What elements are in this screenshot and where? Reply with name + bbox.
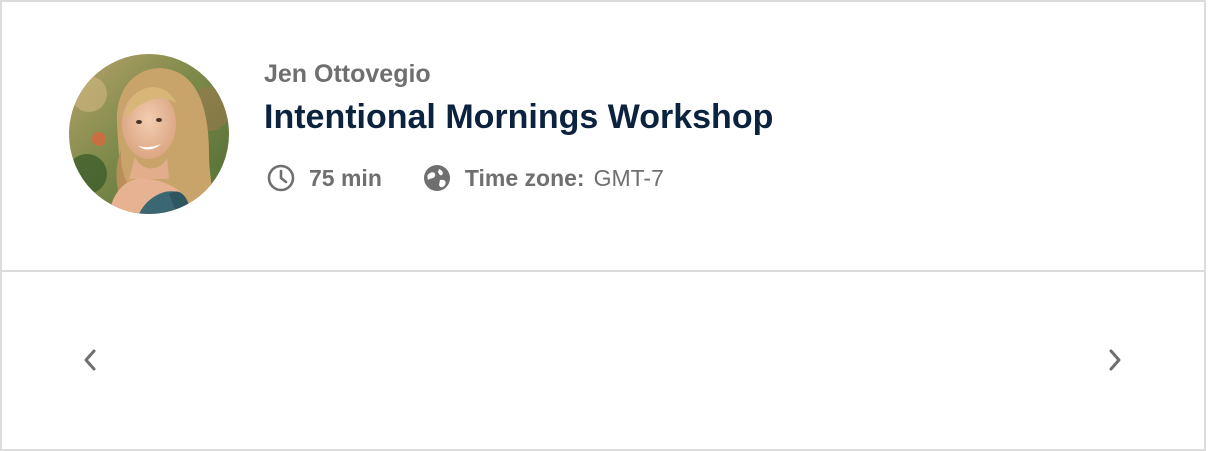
timezone-info: Time zone: GMT-7 bbox=[422, 163, 664, 193]
booking-card: Jen Ottovegio Intentional Mornings Works… bbox=[0, 0, 1206, 451]
previous-button[interactable] bbox=[72, 342, 108, 378]
clock-icon bbox=[266, 163, 296, 193]
event-title: Intentional Mornings Workshop bbox=[264, 98, 774, 136]
next-button[interactable] bbox=[1097, 342, 1133, 378]
host-name: Jen Ottovegio bbox=[264, 60, 431, 88]
event-details: 75 min Time zone: GMT-7 bbox=[266, 162, 664, 194]
duration-label: 75 min bbox=[309, 164, 382, 191]
event-header: Jen Ottovegio Intentional Mornings Works… bbox=[2, 2, 1204, 272]
timezone-label: Time zone: bbox=[464, 164, 585, 191]
globe-icon bbox=[422, 163, 452, 193]
chevron-right-icon bbox=[1097, 342, 1133, 378]
host-avatar bbox=[69, 54, 229, 214]
chevron-left-icon bbox=[72, 342, 108, 378]
timezone-value: GMT-7 bbox=[593, 164, 664, 191]
